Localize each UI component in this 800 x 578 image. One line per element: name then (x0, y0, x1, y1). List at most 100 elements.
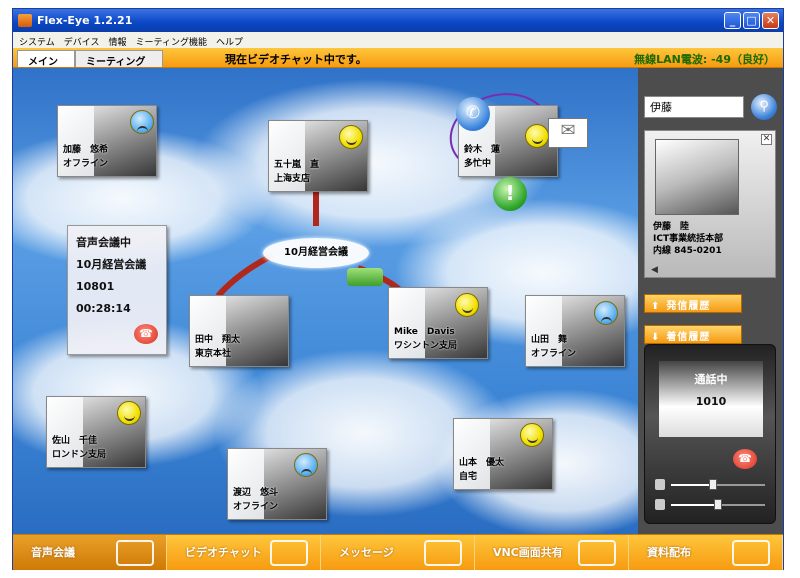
alert-icon[interactable]: ! (493, 177, 527, 211)
contact-name: 佐山 千佳 (52, 436, 98, 446)
profile-extension: 内線 845-0201 (653, 246, 722, 256)
bottom-toolbar: 音声会議 ビデオチャット メッセージ VNC画面共有 資料配布 (13, 534, 783, 570)
profile-photo (655, 139, 739, 215)
meeting-bubble[interactable]: 10月経営会議 (263, 238, 369, 268)
menu-help[interactable]: ヘルプ (216, 35, 243, 48)
contact-name: 田中 翔太 (195, 335, 241, 345)
conference-number: 10801 (76, 280, 115, 293)
down-arrow-icon: ⬇ (651, 332, 661, 343)
message-button[interactable]: メッセージ (321, 535, 475, 570)
outgoing-history-button[interactable]: ⬆ 発信履歴 (644, 294, 742, 313)
contact-status: ワシントン支局 (394, 341, 458, 351)
close-icon[interactable]: ✕ (761, 134, 772, 145)
vnc-share-label: VNC画面共有 (493, 546, 563, 559)
happy-face-icon (525, 124, 549, 148)
contact-map: 加藤 悠希 オフライン 五十嵐 直 上海支店 鈴木 蓮 多忙中 ✆ ✉ ! 音声… (13, 68, 638, 534)
happy-face-icon (520, 423, 544, 447)
contact-card[interactable]: 田中 翔太 東京本社 (189, 295, 289, 367)
app-logo-icon (18, 14, 32, 27)
maximize-button[interactable]: □ (743, 12, 760, 29)
phone-call-icon[interactable]: ✆ (456, 97, 490, 131)
tab-meeting[interactable]: ミーティング (75, 50, 163, 68)
conference-panel[interactable]: 音声会議中 10月経営会議 10801 00:28:14 ☎ (67, 225, 167, 355)
document-distribution-button[interactable]: 資料配布 (629, 535, 783, 570)
back-arrow-icon[interactable]: ◀ (651, 265, 658, 275)
contact-photo (226, 296, 288, 366)
chat-bubbles-icon (116, 540, 154, 566)
conference-state: 音声会議中 (76, 236, 131, 249)
minimize-button[interactable]: _ (724, 12, 741, 29)
close-button[interactable]: ✕ (762, 12, 779, 29)
call-panel: 通話中 1010 ☎ (644, 344, 776, 524)
document-distribution-label: 資料配布 (647, 546, 691, 559)
happy-face-icon (455, 293, 479, 317)
up-arrow-icon: ⬆ (651, 301, 661, 312)
call-number: 1010 (695, 395, 727, 408)
vnc-share-button[interactable]: VNC画面共有 (475, 535, 629, 570)
tab-main[interactable]: メイン (17, 50, 75, 68)
contact-card[interactable]: 佐山 千佳 ロンドン支局 (46, 396, 146, 468)
speaker-volume-slider[interactable] (655, 479, 767, 491)
menu-device[interactable]: デバイス (64, 35, 100, 48)
voice-conference-label: 音声会議 (31, 546, 75, 559)
happy-face-icon (339, 125, 363, 149)
profile-card: ✕ 伊藤 陸 ICT事業統括本部 内線 845-0201 ◀ (644, 130, 776, 278)
menu-meeting[interactable]: ミーティング機能 (135, 35, 206, 48)
contact-status: 自宅 (459, 472, 478, 482)
contact-card[interactable]: Mike Davis ワシントン支局 (388, 287, 488, 359)
happy-face-icon (117, 401, 141, 425)
speaker-icon (655, 479, 665, 490)
title-bar: Flex-Eye 1.2.21 _ □ ✕ (13, 9, 783, 32)
contact-card[interactable]: 渡辺 悠斗 オフライン (227, 448, 327, 520)
search-input[interactable] (644, 96, 744, 118)
search-icon[interactable]: ⚲ (751, 94, 777, 120)
menu-bar: システム デバイス 情報 ミーティング機能 ヘルプ (13, 32, 783, 48)
message-envelope-icon[interactable]: ✉ (548, 118, 588, 148)
incoming-history-label: 着信履歴 (666, 332, 711, 343)
menu-info[interactable]: 情報 (108, 35, 126, 48)
window-title: Flex-Eye 1.2.21 (37, 14, 133, 27)
contact-name: 五十嵐 直 (274, 160, 320, 170)
hang-up-icon[interactable]: ☎ (733, 449, 757, 469)
contact-status: オフライン (63, 159, 109, 169)
contact-status: 多忙中 (464, 159, 492, 169)
video-chat-button[interactable]: ビデオチャット (167, 535, 321, 570)
conference-name: 10月経営会議 (76, 258, 147, 271)
sad-face-icon (594, 301, 618, 325)
contact-name: 渡辺 悠斗 (233, 488, 279, 498)
microphone-icon (655, 499, 665, 510)
incoming-history-button[interactable]: ⬇ 着信履歴 (644, 325, 742, 344)
contact-status: オフライン (233, 502, 279, 512)
contact-status: 東京本社 (195, 349, 232, 359)
menu-system[interactable]: システム (19, 35, 55, 48)
contact-card[interactable]: 山田 舞 オフライン (525, 295, 625, 367)
contact-card[interactable]: 五十嵐 直 上海支店 (268, 120, 368, 192)
call-screen: 通話中 1010 (659, 361, 763, 437)
contact-name: 山本 優太 (459, 458, 505, 468)
contact-card[interactable]: 山本 優太 自宅 (453, 418, 553, 490)
group-icon (347, 268, 383, 286)
message-label: メッセージ (339, 546, 394, 559)
contact-name: 加藤 悠希 (63, 145, 109, 155)
wlan-signal: 無線LAN電波: -49（良好） (634, 53, 775, 66)
film-strip-icon (270, 540, 308, 566)
sad-face-icon (294, 453, 318, 477)
contact-card[interactable]: 加藤 悠希 オフライン (57, 105, 157, 177)
contact-status: ロンドン支局 (52, 450, 107, 460)
right-panel: ⚲ ✕ 伊藤 陸 ICT事業統括本部 内線 845-0201 ◀ ⬆ 発信履歴 ⬇… (638, 68, 783, 534)
contact-name: 山田 舞 (531, 335, 568, 345)
call-state: 通話中 (694, 373, 728, 386)
hang-up-icon[interactable]: ☎ (134, 324, 158, 344)
contact-status: 上海支店 (274, 174, 311, 184)
tab-bar: メイン ミーティング 現在ビデオチャット中です。 無線LAN電波: -49（良好… (13, 48, 783, 68)
mic-volume-slider[interactable] (655, 499, 767, 511)
documents-icon (732, 540, 770, 566)
monitor-icon (578, 540, 616, 566)
outgoing-history-label: 発信履歴 (666, 301, 711, 312)
voice-conference-button[interactable]: 音声会議 (13, 535, 167, 570)
video-chat-label: ビデオチャット (185, 546, 262, 559)
contact-name: Mike Davis (394, 327, 455, 337)
conference-duration: 00:28:14 (76, 302, 131, 315)
profile-name: 伊藤 陸 (653, 222, 690, 232)
profile-department: ICT事業統括本部 (653, 234, 724, 244)
